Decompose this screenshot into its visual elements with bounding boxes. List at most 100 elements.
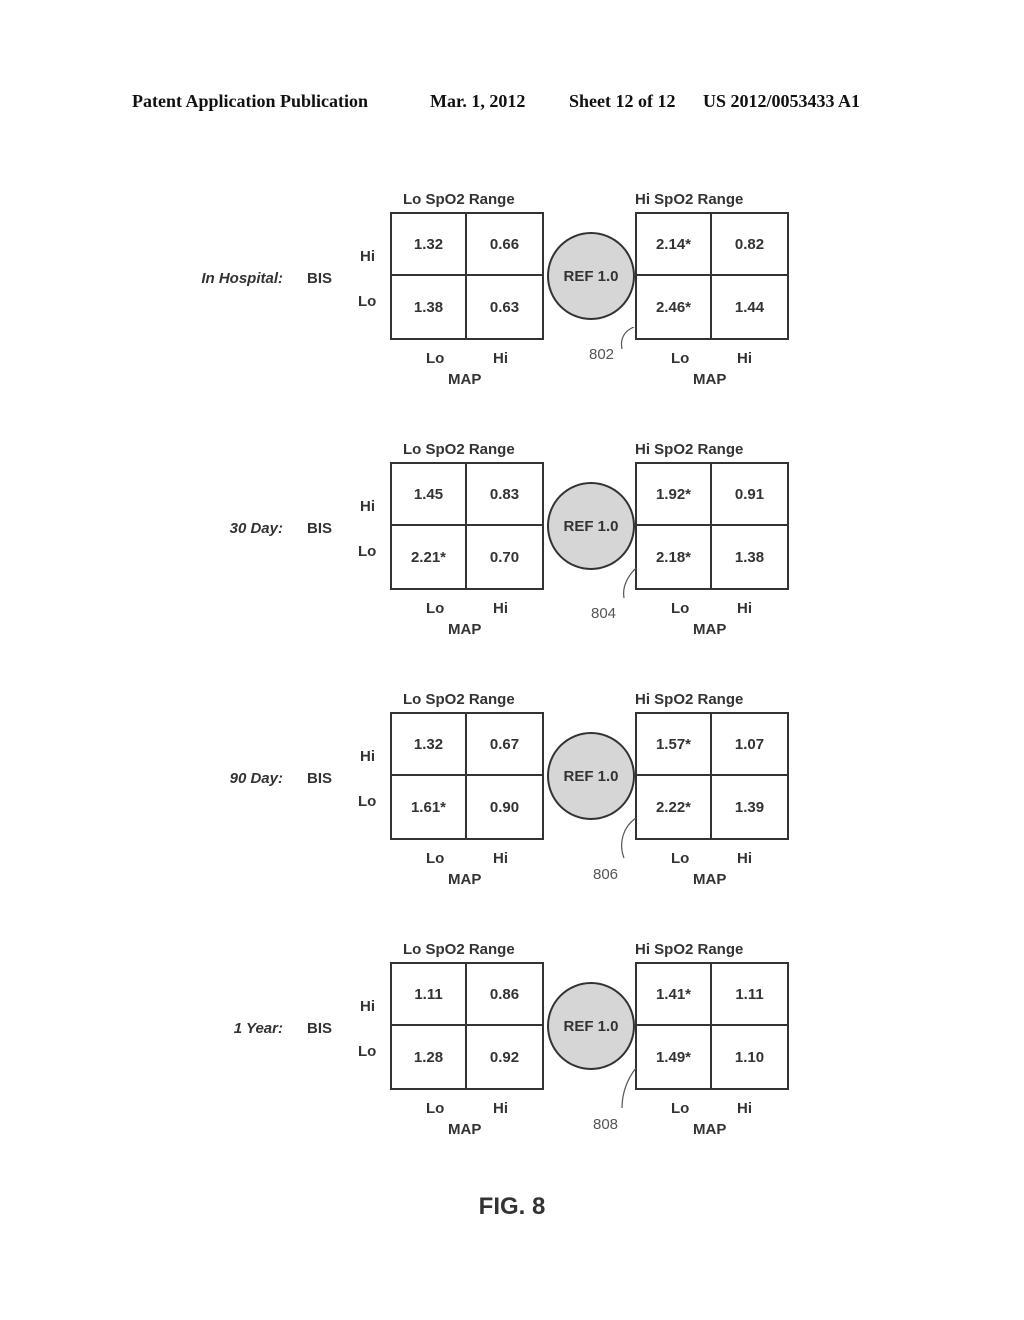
bis-lo-label: Lo (358, 543, 377, 560)
map-lo-label: Lo (426, 850, 445, 867)
cell-bis-hi-map-lo: 1.45 (392, 464, 467, 526)
reference-leader-line (620, 327, 635, 350)
hi-spo2-grid: 2.14* 0.82 2.46* 1.44 (635, 212, 789, 340)
bis-hi-label: Hi (360, 998, 375, 1015)
cell-bis-lo-map-lo: 1.38 (392, 276, 467, 338)
panel: In Hospital: BIS Hi Lo Lo SpO2 Range 1.3… (0, 190, 1024, 420)
cell-bis-lo-map-hi: 1.10 (734, 1048, 765, 1066)
hi-spo2-range-title: Hi SpO2 Range (635, 191, 744, 208)
reference-numeral: 808 (593, 1116, 619, 1133)
map-lo-label: Lo (671, 1100, 690, 1117)
map-lo-label: Lo (671, 350, 690, 367)
lo-spo2-range-title: Lo SpO2 Range (403, 691, 515, 708)
map-hi-label: Hi (737, 850, 752, 867)
header-sheet: Sheet 12 of 12 (569, 91, 676, 111)
period-label: In Hospital: (201, 270, 283, 287)
map-label: MAP (448, 871, 482, 888)
cell-bis-hi-map-lo: 2.14* (637, 214, 712, 276)
bis-label: BIS (307, 770, 333, 787)
map-label: MAP (448, 621, 482, 638)
hi-spo2-grid: 1.92* 0.91 2.18* 1.38 (635, 462, 789, 590)
figure-label: FIG. 8 (478, 1193, 546, 1220)
cell-bis-hi-map-hi: 1.11 (712, 964, 787, 1026)
cell-bis-hi-map-hi: 0.66 (467, 214, 542, 276)
cell-bis-lo-map-lo: 2.22* (637, 776, 712, 838)
lo-spo2-grid: 1.11 0.86 1.28 0.92 (390, 962, 544, 1090)
bis-label: BIS (307, 270, 333, 287)
cell-bis-lo-map-hi: 0.70 (489, 548, 520, 566)
bis-lo-label: Lo (358, 793, 377, 810)
hi-spo2-range-title: Hi SpO2 Range (635, 441, 744, 458)
cell-bis-lo-map-hi: 1.44 (734, 298, 765, 316)
map-lo-label: Lo (426, 600, 445, 617)
reference-circle: REF 1.0 (547, 982, 635, 1070)
period-label: 90 Day: (229, 770, 283, 787)
lo-spo2-grid: 1.32 0.67 1.61* 0.90 (390, 712, 544, 840)
cell-bis-hi-map-hi: 0.83 (467, 464, 542, 526)
reference-circle: REF 1.0 (547, 232, 635, 320)
cell-bis-hi-map-hi: 0.86 (467, 964, 542, 1026)
cell-bis-hi-map-lo: 1.41* (637, 964, 712, 1026)
cell-bis-hi-map-lo: 1.32 (392, 214, 467, 276)
map-label: MAP (448, 1121, 482, 1138)
cell-bis-hi-map-lo: 1.32 (392, 714, 467, 776)
lo-spo2-range-title: Lo SpO2 Range (403, 441, 515, 458)
cell-bis-hi-map-lo: 1.11 (392, 964, 467, 1026)
hi-spo2-grid: 1.41* 1.11 1.49* 1.10 (635, 962, 789, 1090)
bis-hi-label: Hi (360, 748, 375, 765)
reference-numeral: 804 (591, 605, 617, 622)
period-label: 1 Year: (233, 1020, 283, 1037)
cell-bis-hi-map-hi: 0.82 (712, 214, 787, 276)
cell-bis-lo-map-lo: 2.21* (392, 526, 467, 588)
bis-label: BIS (307, 520, 333, 537)
cell-bis-lo-map-hi: 1.39 (734, 798, 765, 816)
map-lo-label: Lo (671, 850, 690, 867)
map-lo-label: Lo (671, 600, 690, 617)
bis-lo-label: Lo (358, 293, 377, 310)
cell-bis-lo-map-lo: 2.18* (637, 526, 712, 588)
map-hi-label: Hi (737, 350, 752, 367)
cell-bis-hi-map-lo: 1.92* (637, 464, 712, 526)
reference-numeral: 806 (593, 866, 619, 883)
map-label: MAP (693, 371, 727, 388)
map-hi-label: Hi (737, 600, 752, 617)
hi-spo2-range-title: Hi SpO2 Range (635, 941, 744, 958)
map-label: MAP (693, 1121, 727, 1138)
cell-bis-lo-map-lo: 1.28 (392, 1026, 467, 1088)
cell-bis-hi-map-lo: 1.57* (637, 714, 712, 776)
hi-spo2-grid: 1.57* 1.07 2.22* 1.39 (635, 712, 789, 840)
cell-bis-hi-map-hi: 1.07 (712, 714, 787, 776)
cell-bis-lo-map-lo: 1.49* (637, 1026, 712, 1088)
cell-bis-lo-map-hi: 1.38 (734, 548, 765, 566)
panel: 1 Year: BIS Hi Lo Lo SpO2 Range 1.11 0.8… (0, 940, 1024, 1170)
lo-spo2-range-title: Lo SpO2 Range (403, 191, 515, 208)
bis-label: BIS (307, 1020, 333, 1037)
map-label: MAP (693, 621, 727, 638)
cell-bis-lo-map-hi: 0.63 (489, 298, 520, 316)
map-hi-label: Hi (493, 1100, 508, 1117)
map-hi-label: Hi (737, 1100, 752, 1117)
cell-bis-lo-map-hi: 0.92 (489, 1048, 520, 1066)
cell-bis-lo-map-hi: 0.90 (489, 798, 520, 816)
map-lo-label: Lo (426, 350, 445, 367)
reference-leader-line (621, 818, 637, 859)
map-hi-label: Hi (493, 600, 508, 617)
reference-leader-line (621, 1068, 637, 1109)
header-date: Mar. 1, 2012 (430, 91, 526, 111)
bis-lo-label: Lo (358, 1043, 377, 1060)
cell-bis-hi-map-hi: 0.91 (712, 464, 787, 526)
map-hi-label: Hi (493, 350, 508, 367)
bis-hi-label: Hi (360, 498, 375, 515)
reference-numeral: 802 (589, 346, 615, 363)
map-hi-label: Hi (493, 850, 508, 867)
header-number: US 2012/0053433 A1 (703, 91, 861, 111)
reference-leader-line (623, 568, 637, 599)
period-label: 30 Day: (229, 520, 283, 537)
cell-bis-lo-map-lo: 2.46* (637, 276, 712, 338)
map-label: MAP (448, 371, 482, 388)
header-publication: Patent Application Publication (132, 91, 369, 111)
bis-hi-label: Hi (360, 248, 375, 265)
lo-spo2-grid: 1.45 0.83 2.21* 0.70 (390, 462, 544, 590)
cell-bis-lo-map-lo: 1.61* (392, 776, 467, 838)
reference-circle: REF 1.0 (547, 482, 635, 570)
